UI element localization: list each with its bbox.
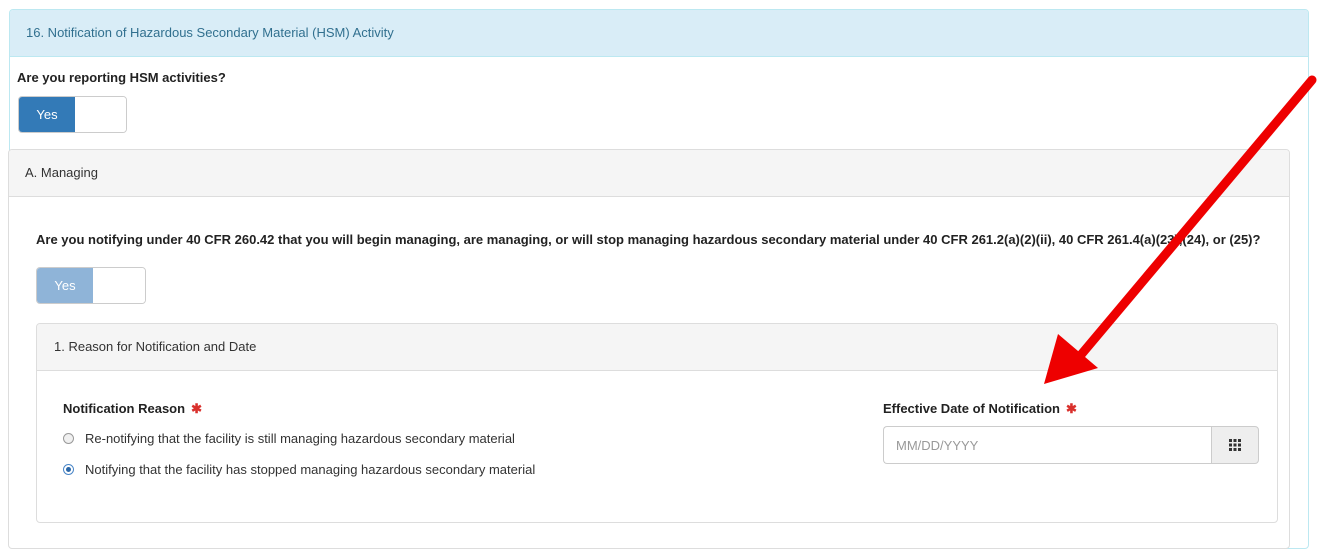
managing-panel-title: A. Managing	[9, 150, 1289, 197]
managing-question: Are you notifying under 40 CFR 260.42 th…	[36, 232, 1261, 247]
reason-date-panel-title: 1. Reason for Notification and Date	[37, 324, 1277, 371]
reason-option-stopped[interactable]: Notifying that the facility has stopped …	[63, 462, 535, 477]
calendar-button[interactable]	[1211, 426, 1259, 464]
radio-label[interactable]: Re-notifying that the facility is still …	[85, 431, 515, 446]
asterisk-icon: ✱	[1065, 401, 1077, 416]
calendar-grid-icon	[1229, 439, 1241, 451]
toggle-yes-label: Yes	[19, 97, 75, 132]
radio-label[interactable]: Notifying that the facility has stopped …	[85, 462, 535, 477]
reason-option-renotifying[interactable]: Re-notifying that the facility is still …	[63, 431, 515, 446]
hsm-yes-toggle[interactable]: Yes	[18, 96, 127, 133]
effective-date-label: Effective Date of Notification ✱	[883, 401, 1077, 417]
asterisk-icon: ✱	[191, 401, 202, 416]
radio-button-selected[interactable]	[63, 464, 74, 475]
notification-reason-text: Notification Reason	[63, 401, 186, 416]
managing-yes-toggle[interactable]: Yes	[36, 267, 146, 304]
reason-date-panel: 1. Reason for Notification and Date	[36, 323, 1278, 523]
radio-button[interactable]	[63, 433, 74, 444]
notification-reason-label: Notification Reason ✱	[63, 401, 202, 417]
toggle-off-area[interactable]	[93, 268, 145, 303]
hsm-panel-title: 16. Notification of Hazardous Secondary …	[10, 10, 1308, 57]
effective-date-group	[883, 426, 1259, 464]
toggle-off-area[interactable]	[75, 97, 126, 132]
toggle-yes-label: Yes	[37, 268, 93, 303]
hsm-question: Are you reporting HSM activities?	[17, 70, 226, 85]
effective-date-text: Effective Date of Notification	[883, 401, 1060, 416]
effective-date-input[interactable]	[883, 426, 1211, 464]
